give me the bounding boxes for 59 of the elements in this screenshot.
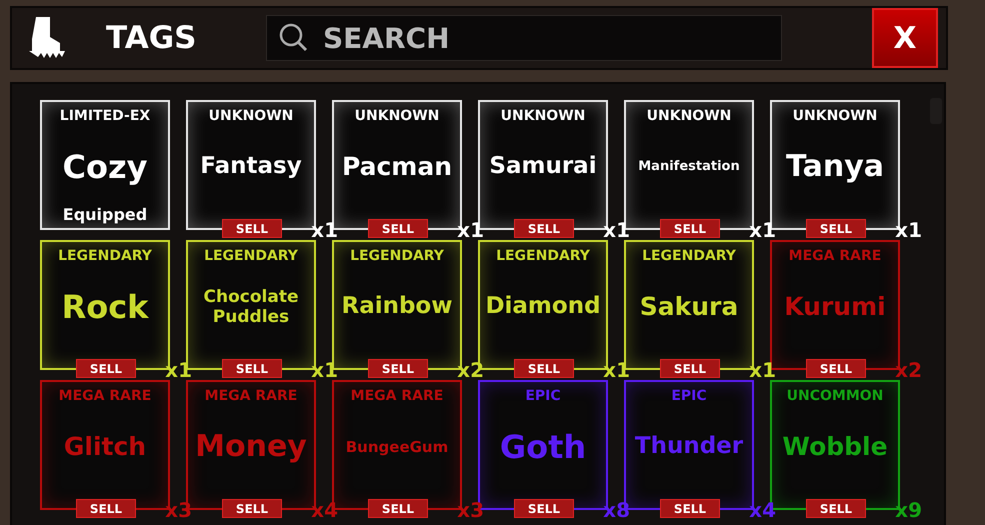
rarity-label: LEGENDARY: [58, 248, 152, 264]
sell-button[interactable]: SELL: [806, 219, 866, 238]
sell-button[interactable]: SELL: [222, 359, 282, 378]
search-input[interactable]: SEARCH: [323, 18, 769, 58]
tag-name: Diamond: [485, 293, 601, 321]
tag-name: Wobble: [782, 432, 888, 462]
sell-button[interactable]: SELL: [368, 219, 428, 238]
sell-button[interactable]: SELL: [660, 219, 720, 238]
sell-button[interactable]: SELL: [514, 219, 574, 238]
rarity-label: UNKNOWN: [646, 108, 732, 124]
sell-button[interactable]: SELL: [514, 499, 574, 518]
tag-name: Kurumi: [784, 292, 886, 322]
rarity-label: UNKNOWN: [354, 108, 440, 124]
tag-name: Fantasy: [200, 153, 302, 181]
tag-name: Goth: [500, 428, 586, 466]
sell-button[interactable]: SELL: [514, 359, 574, 378]
tag-name: Manifestation: [638, 159, 740, 175]
rarity-label: UNKNOWN: [792, 108, 878, 124]
rarity-label: MEGA RARE: [58, 388, 152, 404]
tag-name: Money: [195, 429, 307, 465]
sell-button[interactable]: SELL: [806, 499, 866, 518]
tag-name: Cozy: [62, 148, 148, 186]
search-field[interactable]: SEARCH: [266, 15, 782, 61]
rarity-label: LEGENDARY: [204, 248, 298, 264]
rarity-label: LIMITED-EX: [60, 108, 150, 124]
sell-button[interactable]: SELL: [76, 499, 136, 518]
sell-button[interactable]: SELL: [806, 359, 866, 378]
sell-button[interactable]: SELL: [76, 359, 136, 378]
tag-name: Glitch: [64, 432, 146, 462]
rarity-label: UNCOMMON: [786, 388, 884, 404]
tag-name: BungeeGum: [346, 438, 448, 456]
search-icon: [279, 23, 309, 53]
rarity-label: LEGENDARY: [350, 248, 444, 264]
rarity-label: UNKNOWN: [208, 108, 294, 124]
rarity-label: MEGA RARE: [350, 388, 444, 404]
window-title: TAGS: [106, 20, 198, 56]
rarity-label: LEGENDARY: [496, 248, 590, 264]
sell-button[interactable]: SELL: [660, 499, 720, 518]
sell-button[interactable]: SELL: [222, 219, 282, 238]
tag-name: Rock: [62, 288, 148, 326]
tag-name: Chocolate Puddles: [202, 286, 300, 328]
tag-name: Tanya: [786, 149, 884, 185]
tag-name: Thunder: [634, 433, 744, 461]
rarity-label: LEGENDARY: [642, 248, 736, 264]
rarity-label: MEGA RARE: [204, 388, 298, 404]
tag-name: Samurai: [489, 153, 597, 181]
sell-button[interactable]: SELL: [222, 499, 282, 518]
tag-name: Pacman: [342, 152, 452, 182]
equipped-label: Equipped: [62, 205, 148, 224]
rarity-label: EPIC: [525, 388, 561, 404]
sell-button[interactable]: SELL: [368, 359, 428, 378]
rarity-label: MEGA RARE: [788, 248, 882, 264]
tag-name: Sakura: [640, 292, 738, 322]
tag-name: Rainbow: [341, 293, 452, 321]
rarity-label: EPIC: [671, 388, 707, 404]
sell-button[interactable]: SELL: [660, 359, 720, 378]
rarity-label: UNKNOWN: [500, 108, 586, 124]
close-button[interactable]: X: [872, 8, 938, 68]
sell-button[interactable]: SELL: [368, 499, 428, 518]
